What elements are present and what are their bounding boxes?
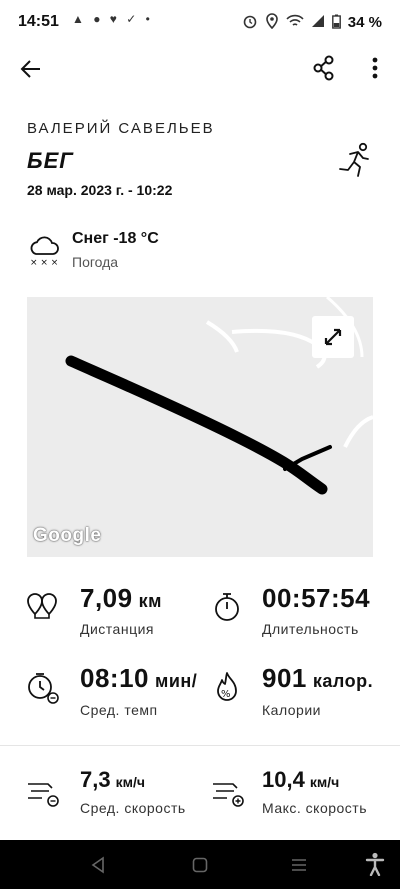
weather-label: Погода <box>72 254 119 270</box>
max-speed-unit: км/ч <box>309 774 340 790</box>
location-icon <box>265 13 279 32</box>
calories-value: 901 калор. <box>262 663 374 693</box>
nav-back-icon[interactable] <box>90 856 106 874</box>
share-button[interactable] <box>310 54 338 82</box>
expand-icon <box>324 328 342 346</box>
accessibility-icon[interactable] <box>365 852 385 876</box>
calories-unit: калор. <box>312 671 374 691</box>
calories-label: Калории <box>262 702 321 718</box>
pace-unit: мин/ <box>155 671 198 691</box>
status-time: 14:51 <box>18 13 59 30</box>
speed-plus-icon <box>210 775 244 809</box>
distance-label: Дистанция <box>80 621 154 637</box>
battery-percent: 34 % <box>347 14 382 31</box>
back-button[interactable] <box>16 54 46 84</box>
avg-speed-value: 7,3 км/ч <box>80 767 145 792</box>
notification-icons: ▲ ● ♥ ✓ • <box>72 12 153 26</box>
user-name: ВАЛЕРИЙ САВЕЛЬЕВ <box>27 120 215 137</box>
distance-unit: км <box>138 591 162 611</box>
alarm-icon <box>242 13 258 32</box>
arrow-left-icon <box>20 60 40 78</box>
duration-value: 00:57:54 <box>262 583 371 613</box>
nav-home-icon[interactable] <box>192 857 208 873</box>
wifi-icon <box>286 13 304 32</box>
distance-pin-icon <box>25 590 59 624</box>
running-icon <box>338 142 372 178</box>
system-nav-bar <box>0 840 400 889</box>
divider <box>0 745 400 746</box>
signal-icon <box>311 14 325 31</box>
distance-value: 7,09 км <box>80 583 162 613</box>
avg-speed-unit: км/ч <box>115 774 145 790</box>
activity-type: БЕГ <box>27 148 74 173</box>
max-speed-value: 10,4 км/ч <box>262 767 340 792</box>
more-options-button[interactable] <box>366 54 384 82</box>
duration-label: Длительность <box>262 621 359 637</box>
map-provider-logo: Google <box>33 525 102 546</box>
snow-cloud-icon: × × × <box>28 234 62 268</box>
max-speed-label: Макс. скорость <box>262 800 368 816</box>
avg-speed-label: Сред. скорость <box>80 800 186 816</box>
stopwatch-icon <box>210 590 244 624</box>
svg-text:%: % <box>221 689 231 700</box>
flame-icon: % <box>210 670 244 704</box>
pace-timer-icon <box>25 670 59 704</box>
activity-date: 28 мар. 2023 г. - 10:22 <box>27 182 173 198</box>
nav-recents-icon[interactable] <box>290 857 308 873</box>
battery-icon <box>331 14 341 32</box>
pace-label: Сред. темп <box>80 702 158 718</box>
status-bar: 14:51 ▲ ● ♥ ✓ • 34 % <box>0 0 400 44</box>
expand-map-button[interactable] <box>312 316 354 358</box>
weather-value: Снег -18 °C <box>72 230 159 247</box>
svg-text:× × ×: × × × <box>30 258 58 266</box>
share-icon <box>313 55 334 81</box>
pace-value: 08:10 мин/ <box>80 663 198 693</box>
status-right: 34 % <box>242 13 382 32</box>
more-vertical-icon <box>372 57 378 79</box>
speed-minus-icon <box>25 775 59 809</box>
